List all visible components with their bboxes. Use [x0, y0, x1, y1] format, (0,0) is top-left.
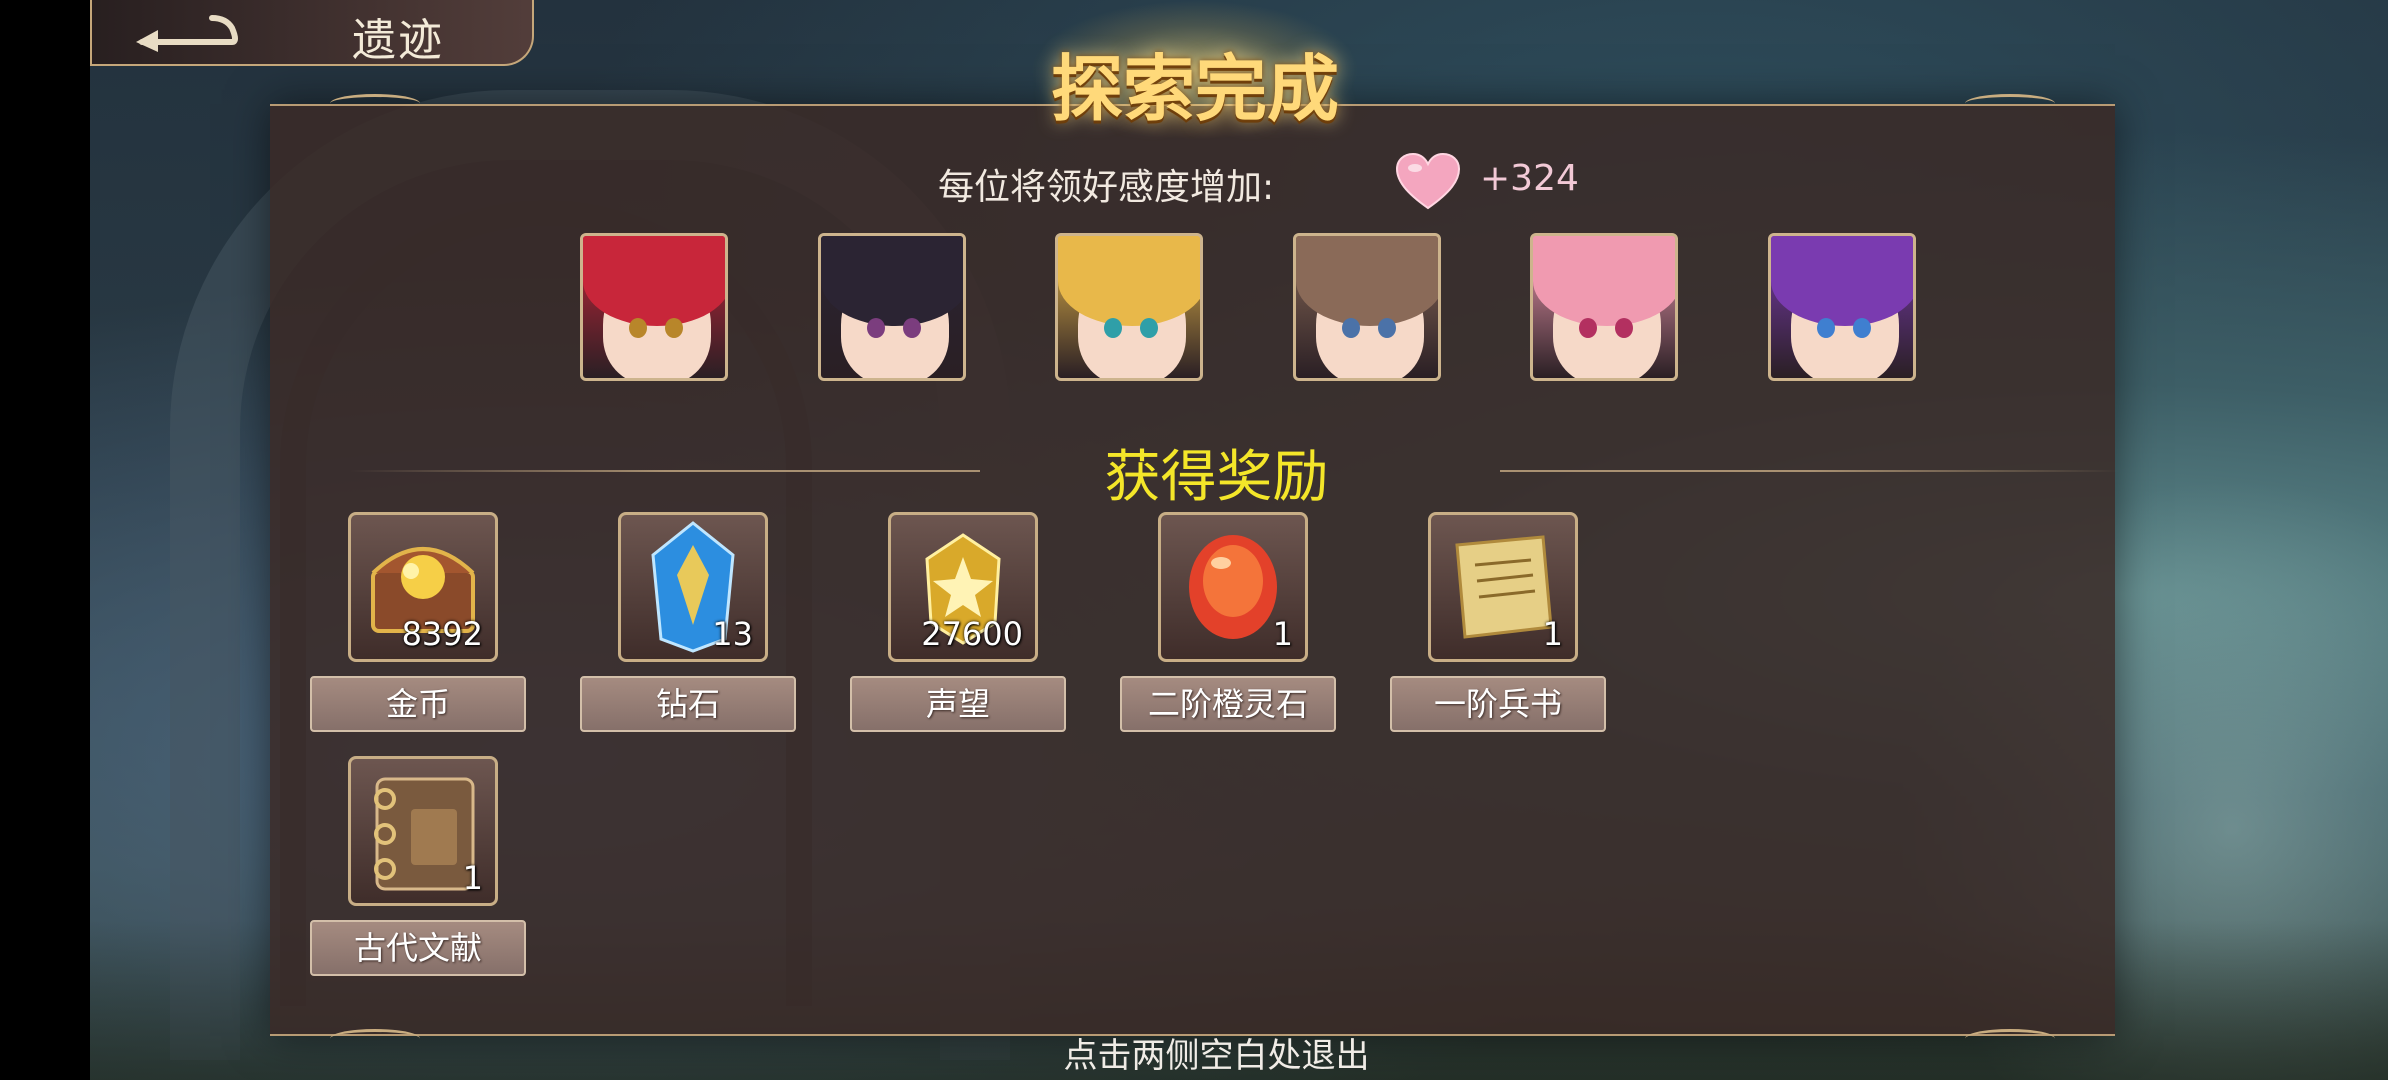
hero-eye [1817, 318, 1835, 338]
hero-eye [1615, 318, 1633, 338]
hero-portrait[interactable] [1768, 233, 1916, 381]
hero-hair [583, 236, 725, 326]
hero-eye [1853, 318, 1871, 338]
reward-item-frame[interactable]: 27600 [888, 512, 1038, 662]
hero-eye [629, 318, 647, 338]
back-arrow-icon [136, 15, 238, 52]
banner-title: 探索完成 [1050, 46, 1339, 131]
reward-item-frame[interactable]: 1 [1428, 512, 1578, 662]
reward-quantity: 13 [712, 615, 753, 653]
reward-item-frame[interactable]: 13 [618, 512, 768, 662]
reward-name-button[interactable]: 钻石 [580, 676, 796, 732]
reward-quantity: 27600 [921, 615, 1023, 653]
affection-value: +324 [1480, 158, 1579, 199]
hero-eye [1104, 318, 1122, 338]
hero-eye [1342, 318, 1360, 338]
reward-name-button[interactable]: 古代文献 [310, 920, 526, 976]
reward-item: 8392 金币 [310, 512, 530, 742]
hero-eye [903, 318, 921, 338]
hero-portrait[interactable] [1055, 233, 1203, 381]
hero-portrait[interactable] [818, 233, 966, 381]
reward-name-button[interactable]: 金币 [310, 676, 526, 732]
reward-item-frame[interactable]: 1 [1158, 512, 1308, 662]
heart-icon [1395, 152, 1461, 210]
reward-item: 27600 声望 [850, 512, 1070, 742]
reward-item: 1 古代文献 [310, 756, 530, 986]
reward-name-button[interactable]: 二阶橙灵石 [1120, 676, 1336, 732]
hero-hair [1533, 236, 1675, 326]
reward-item: 13 钻石 [580, 512, 800, 742]
exit-hint: 点击两侧空白处退出 [1063, 1036, 1370, 1076]
reward-quantity: 1 [462, 859, 483, 897]
reward-name-button[interactable]: 声望 [850, 676, 1066, 732]
hero-hair [1296, 236, 1438, 326]
reward-section-title: 获得奖励 [1104, 445, 1329, 510]
hero-portrait[interactable] [1530, 233, 1678, 381]
hero-portrait[interactable] [1293, 233, 1441, 381]
panel-ornament [330, 94, 420, 113]
reward-item-frame[interactable]: 1 [348, 756, 498, 906]
hero-hair [1771, 236, 1913, 326]
reward-item-frame[interactable]: 8392 [348, 512, 498, 662]
reward-item: 1 二阶橙灵石 [1120, 512, 1340, 742]
hero-eye [1378, 318, 1396, 338]
reward-item: 1 一阶兵书 [1390, 512, 1610, 742]
panel-ornament [1965, 94, 2055, 113]
hero-eye [1579, 318, 1597, 338]
hero-hair [821, 236, 963, 326]
hero-eye [1140, 318, 1158, 338]
banner: 探索完成 [1030, 0, 1360, 140]
hero-portrait[interactable] [580, 233, 728, 381]
affection-label: 每位将领好感度增加: [938, 167, 1275, 208]
hero-hair [1058, 236, 1200, 326]
reward-quantity: 1 [1542, 615, 1563, 653]
hero-eye [665, 318, 683, 338]
reward-quantity: 8392 [401, 615, 483, 653]
page-title: 遗迹 [352, 16, 444, 65]
reward-quantity: 1 [1272, 615, 1293, 653]
reward-name-button[interactable]: 一阶兵书 [1390, 676, 1606, 732]
hero-eye [867, 318, 885, 338]
back-button[interactable] [132, 8, 242, 54]
top-nav-bar: 遗迹 [90, 0, 534, 66]
